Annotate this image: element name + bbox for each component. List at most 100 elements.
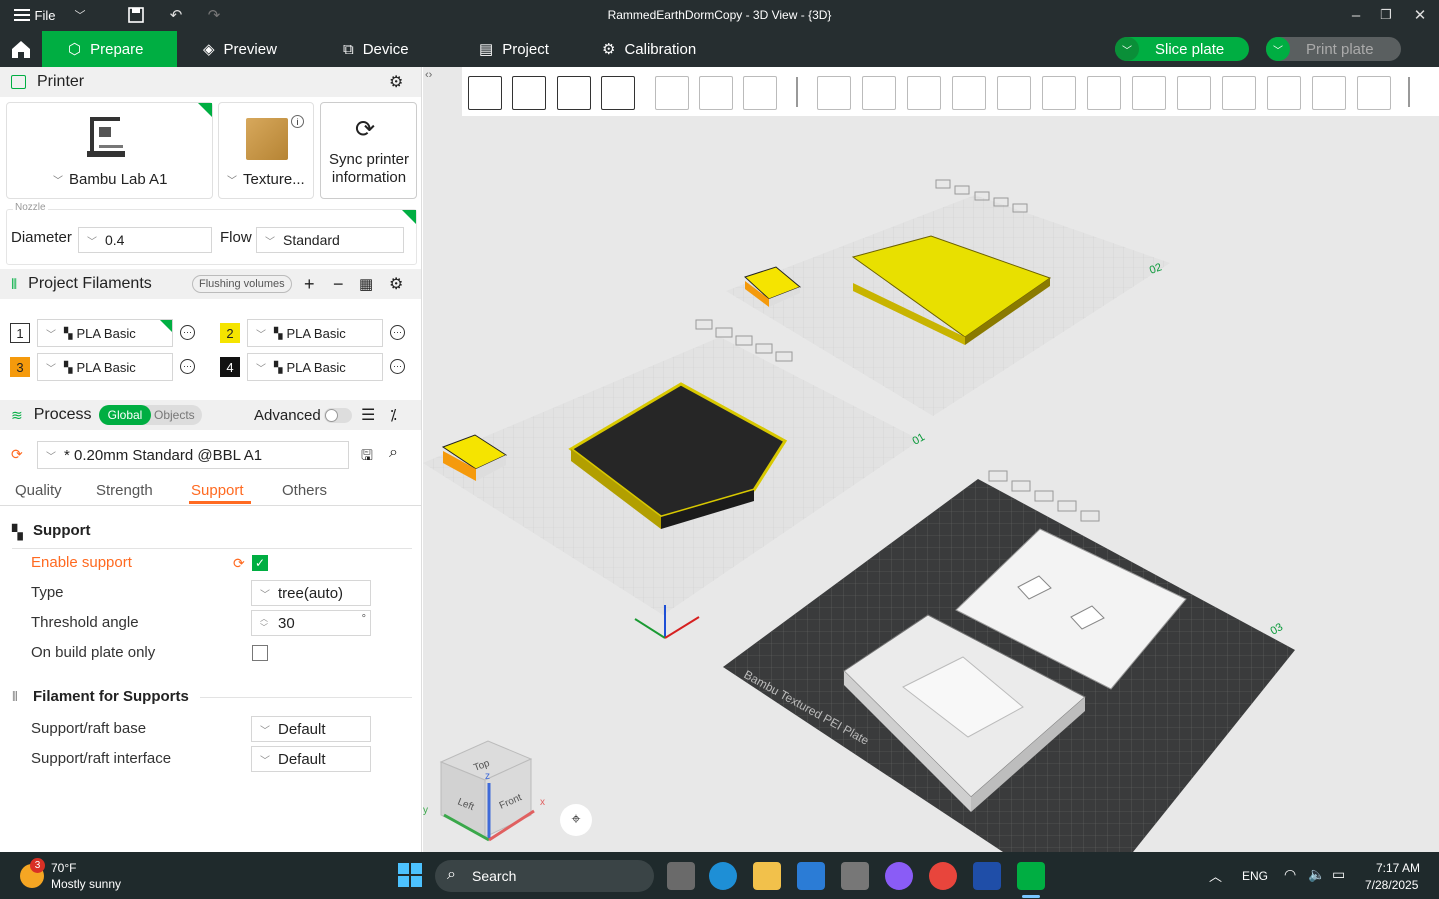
subtab-strength[interactable]: Strength bbox=[96, 482, 153, 499]
printer-card[interactable]: ﹀ Bambu Lab A1 bbox=[6, 102, 213, 199]
threshold-angle-input[interactable]: ︿ ﹀ 30 ° bbox=[251, 610, 371, 636]
add-object-icon[interactable] bbox=[468, 76, 502, 110]
build-plate-only-checkbox[interactable] bbox=[252, 645, 268, 661]
subtab-others[interactable]: Others bbox=[282, 482, 327, 499]
taskbar-search[interactable]: ⌕ Search bbox=[435, 860, 654, 892]
measure-icon[interactable] bbox=[1267, 76, 1301, 110]
camera-reset-icon[interactable]: ⌖ bbox=[560, 804, 592, 836]
stepper-icon[interactable]: ︿ ﹀ bbox=[260, 614, 268, 632]
minimize-icon[interactable]: – bbox=[1346, 5, 1366, 25]
add-filament-icon[interactable]: + bbox=[304, 274, 315, 295]
filament-4-select[interactable]: ﹀ ▚ PLA Basic bbox=[247, 353, 383, 381]
chrome-icon[interactable] bbox=[929, 862, 957, 890]
snipping-tool-icon[interactable] bbox=[841, 862, 869, 890]
assemble-icon[interactable] bbox=[1312, 76, 1346, 110]
move-icon[interactable] bbox=[817, 76, 851, 110]
collapse-panel-icon[interactable]: ‹› bbox=[425, 69, 432, 81]
subtab-support[interactable]: Support bbox=[191, 482, 244, 499]
volume-icon[interactable]: 🔈 bbox=[1308, 866, 1325, 883]
mesh-boolean-icon[interactable] bbox=[1042, 76, 1076, 110]
support-type-select[interactable]: ﹀ tree(auto) bbox=[251, 580, 371, 606]
search-icon[interactable]: ⌕ bbox=[389, 444, 398, 462]
remove-filament-icon[interactable]: − bbox=[333, 274, 344, 295]
color-paint-icon[interactable] bbox=[1222, 76, 1256, 110]
enable-support-checkbox[interactable]: ✓ bbox=[252, 555, 268, 571]
advanced-toggle[interactable] bbox=[324, 408, 352, 423]
sync-filament-icon[interactable]: ▦ bbox=[359, 275, 373, 293]
filament-4-swatch[interactable]: 4 bbox=[220, 357, 240, 377]
variable-layer-icon[interactable] bbox=[743, 76, 777, 110]
filament-4-more-icon[interactable]: ··· bbox=[390, 359, 405, 374]
store-icon[interactable] bbox=[797, 862, 825, 890]
list-icon[interactable]: ☰ bbox=[361, 405, 375, 425]
lay-on-face-icon[interactable] bbox=[952, 76, 986, 110]
filament-3-more-icon[interactable]: ··· bbox=[180, 359, 195, 374]
battery-icon[interactable]: ▭ bbox=[1332, 866, 1345, 883]
support-paint-icon[interactable] bbox=[1087, 76, 1121, 110]
chevron-up-icon[interactable]: ︿ bbox=[1209, 866, 1222, 885]
slice-dropdown-icon[interactable]: ﹀ bbox=[1115, 37, 1139, 61]
reset-value-icon[interactable]: ⟳ bbox=[233, 555, 245, 572]
filament-1-more-icon[interactable]: ··· bbox=[180, 325, 195, 340]
filament-2-select[interactable]: ﹀ ▚ PLA Basic bbox=[247, 319, 383, 347]
close-icon[interactable]: ✕ bbox=[1410, 5, 1430, 25]
support-interface-select[interactable]: ﹀ Default bbox=[251, 746, 371, 772]
plate-type-select[interactable]: ﹀ Texture... bbox=[227, 171, 305, 188]
reset-preset-icon[interactable]: ⟳ bbox=[11, 446, 23, 463]
task-view-icon[interactable] bbox=[667, 862, 695, 890]
scale-icon[interactable] bbox=[907, 76, 941, 110]
file-explorer-icon[interactable] bbox=[753, 862, 781, 890]
rotate-icon[interactable] bbox=[862, 76, 896, 110]
filament-2-swatch[interactable]: 2 bbox=[220, 323, 240, 343]
filament-3-swatch[interactable]: 3 bbox=[10, 357, 30, 377]
add-plate-icon[interactable] bbox=[512, 76, 546, 110]
clock-time[interactable]: 7:17 AM bbox=[1376, 861, 1420, 875]
wifi-icon[interactable]: ◠ bbox=[1284, 866, 1296, 883]
save-preset-icon[interactable]: 🖫 bbox=[361, 445, 373, 469]
assembly-view-icon[interactable] bbox=[1357, 76, 1391, 110]
tab-project[interactable]: ▤ Project bbox=[479, 31, 549, 67]
flushing-volumes-button[interactable]: Flushing volumes bbox=[192, 275, 292, 293]
seam-paint-icon[interactable] bbox=[1132, 76, 1166, 110]
text-icon[interactable] bbox=[1177, 76, 1211, 110]
filament-1-select[interactable]: ﹀ ▚ PLA Basic bbox=[37, 319, 173, 347]
split-objects-icon[interactable] bbox=[655, 76, 689, 110]
auto-orient-icon[interactable] bbox=[557, 76, 591, 110]
3d-viewport[interactable]: Bambu Textured PEI Plate 02 01 03 Top Le… bbox=[423, 67, 1439, 852]
support-base-select[interactable]: ﹀ Default bbox=[251, 716, 371, 742]
printer-settings-gear-icon[interactable]: ⚙ bbox=[389, 72, 403, 92]
tab-prepare[interactable]: ⬡ Prepare bbox=[42, 31, 177, 67]
tab-device[interactable]: ⧉ Device bbox=[343, 31, 409, 67]
nozzle-diameter-select[interactable]: ﹀ 0.4 bbox=[78, 227, 212, 253]
tab-calibration[interactable]: ⚙ Calibration bbox=[602, 31, 696, 67]
home-icon[interactable] bbox=[0, 31, 42, 67]
windows-start-icon[interactable] bbox=[398, 863, 422, 890]
nozzle-flow-select[interactable]: ﹀ Standard bbox=[256, 227, 404, 253]
restore-icon[interactable]: ❐ bbox=[1376, 5, 1396, 25]
split-parts-icon[interactable] bbox=[699, 76, 733, 110]
filament-3-select[interactable]: ﹀ ▚ PLA Basic bbox=[37, 353, 173, 381]
subtab-quality[interactable]: Quality bbox=[15, 482, 62, 499]
print-plate-button[interactable]: ﹀ Print plate bbox=[1266, 37, 1401, 61]
scope-objects[interactable]: Objects bbox=[154, 405, 195, 425]
sync-printer-button[interactable]: ⟳ Sync printer information bbox=[320, 102, 417, 199]
revit-icon[interactable] bbox=[973, 862, 1001, 890]
edge-icon[interactable] bbox=[709, 862, 737, 890]
cut-icon[interactable] bbox=[997, 76, 1031, 110]
print-dropdown-icon[interactable]: ﹀ bbox=[1266, 37, 1290, 61]
info-icon[interactable]: i bbox=[291, 115, 304, 128]
printer-select[interactable]: ﹀ Bambu Lab A1 bbox=[53, 171, 167, 188]
bambu-studio-icon[interactable] bbox=[1017, 862, 1045, 890]
filament-1-swatch[interactable]: 1 bbox=[10, 323, 30, 343]
arrange-icon[interactable] bbox=[601, 76, 635, 110]
tab-preview[interactable]: ◈ Preview bbox=[203, 31, 277, 67]
language-indicator[interactable]: ENG bbox=[1242, 869, 1268, 883]
view-cube[interactable]: Top Left Front z y x bbox=[423, 740, 545, 842]
plate-card[interactable]: i ﹀ Texture... bbox=[218, 102, 314, 199]
scope-global[interactable]: Global bbox=[99, 405, 151, 425]
slice-plate-button[interactable]: ﹀ Slice plate bbox=[1115, 37, 1249, 61]
clock-date[interactable]: 7/28/2025 bbox=[1365, 878, 1418, 892]
scene-canvas[interactable]: Bambu Textured PEI Plate 02 01 03 Top Le… bbox=[423, 67, 1439, 852]
copilot-icon[interactable] bbox=[885, 862, 913, 890]
process-preset-select[interactable]: ﹀ * 0.20mm Standard @BBL A1 bbox=[37, 441, 349, 469]
